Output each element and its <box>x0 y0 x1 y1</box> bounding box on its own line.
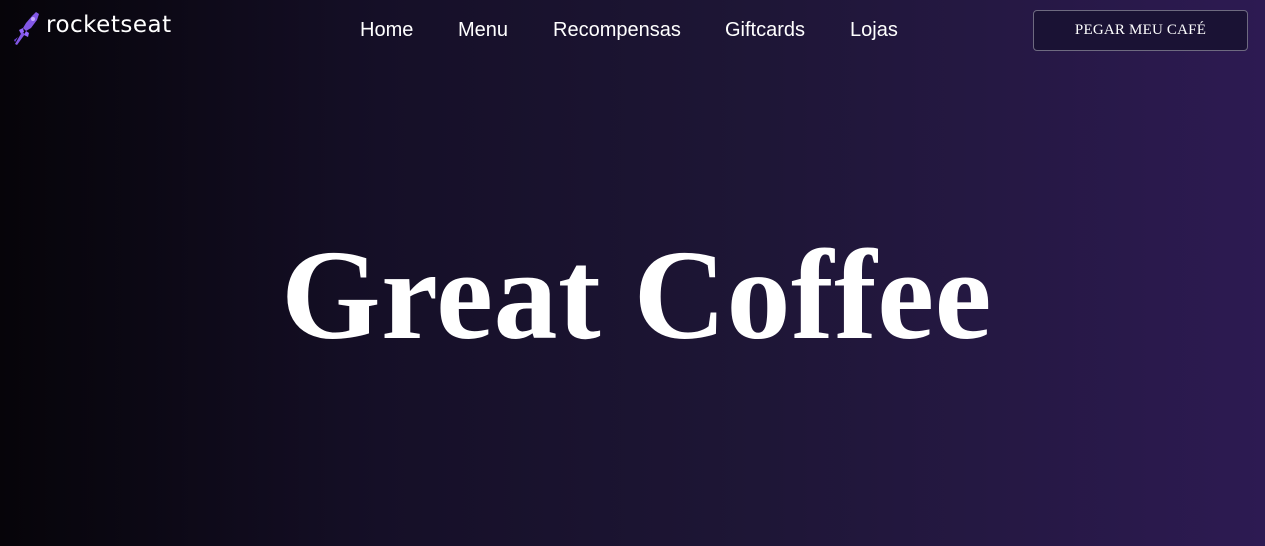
nav-home[interactable]: Home <box>360 18 413 42</box>
hero-title: Great Coffee <box>281 224 992 366</box>
nav-recompensas[interactable]: Recompensas <box>553 18 681 42</box>
nav-giftcards[interactable]: Giftcards <box>725 18 805 42</box>
nav-lojas[interactable]: Lojas <box>850 18 898 42</box>
get-coffee-button[interactable]: PEGAR MEU CAFÉ <box>1033 10 1248 51</box>
site-header: rocketseat Home Menu Recompensas Giftcar… <box>0 0 1265 62</box>
nav-menu[interactable]: Menu <box>458 18 508 42</box>
hero-section: Great Coffee <box>0 220 1265 370</box>
